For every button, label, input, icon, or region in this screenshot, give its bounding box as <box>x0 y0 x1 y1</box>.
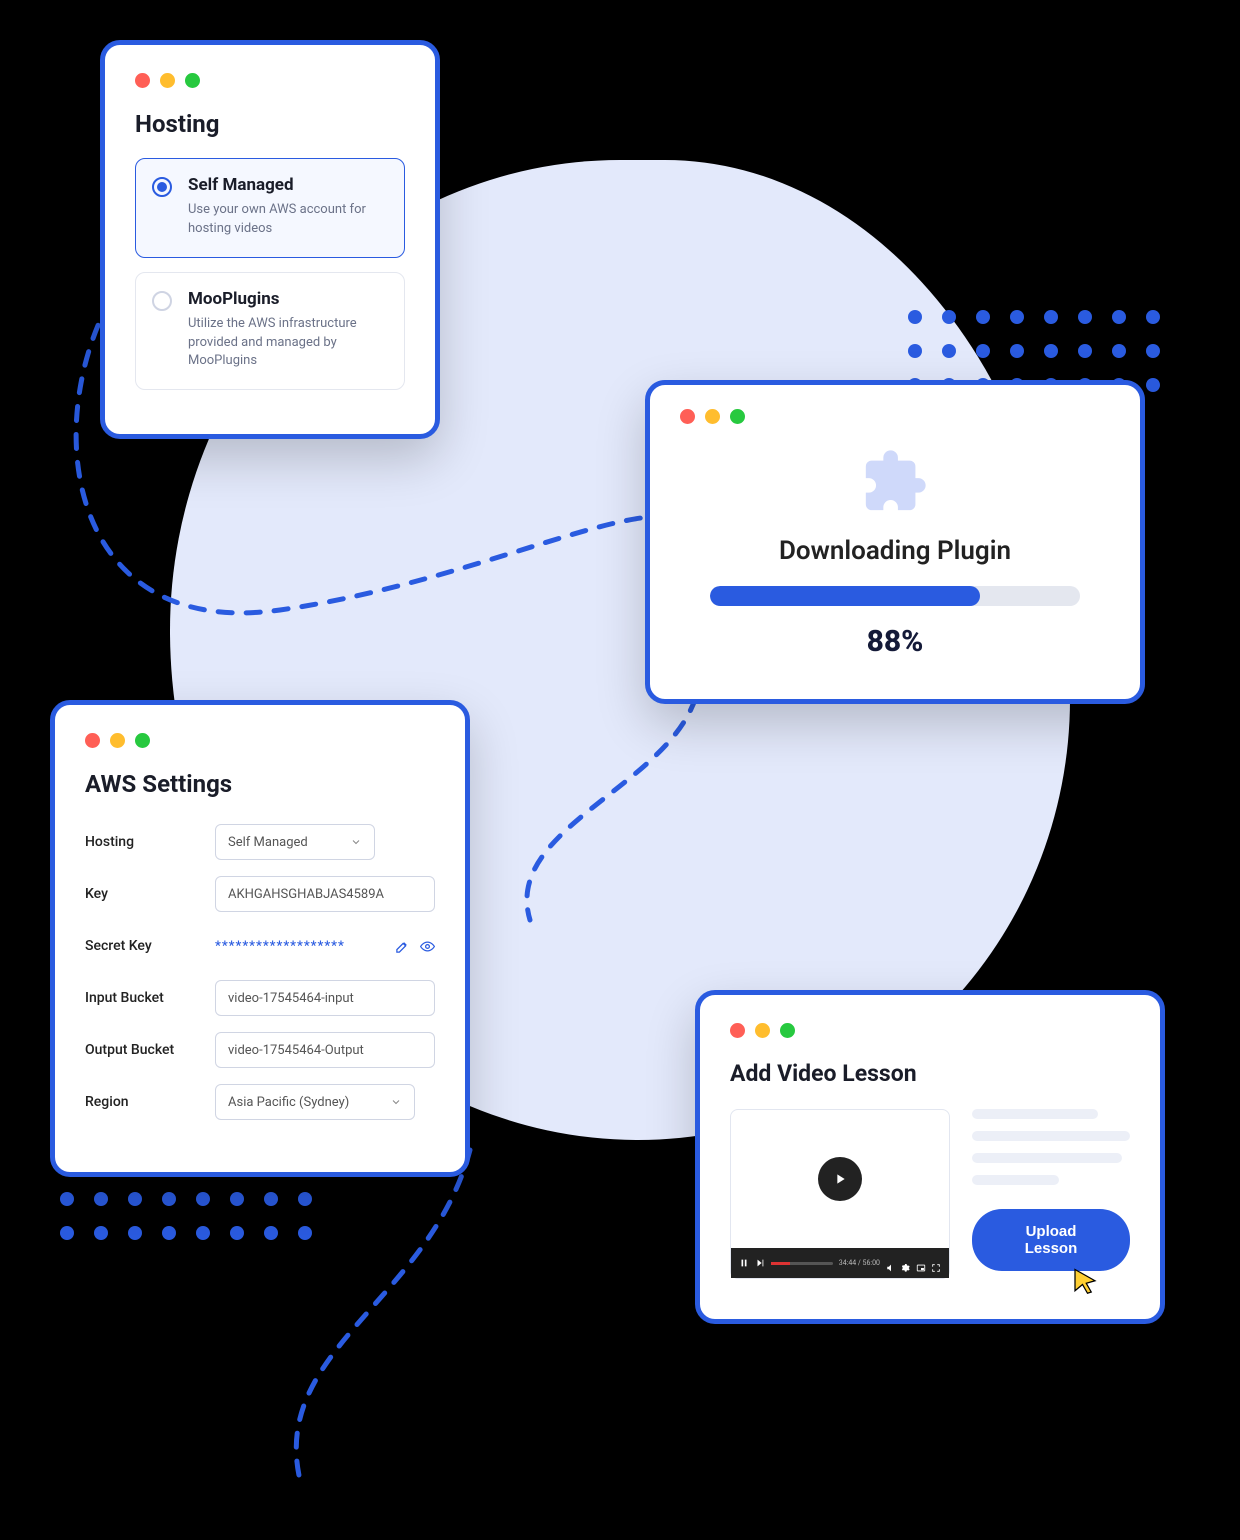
hosting-select-value: Self Managed <box>228 835 308 850</box>
hosting-option-mooplugins[interactable]: MooPlugins Utilize the AWS infrastructur… <box>135 272 405 391</box>
input-bucket-field[interactable]: video-17545464-input <box>215 980 435 1016</box>
hosting-select[interactable]: Self Managed <box>215 824 375 860</box>
hosting-title: Hosting <box>135 110 405 138</box>
window-traffic-lights <box>730 1023 1130 1038</box>
puzzle-icon <box>860 446 930 516</box>
player-time: 34:44 / 56:00 <box>839 1259 880 1267</box>
label-input-bucket: Input Bucket <box>85 990 215 1006</box>
eye-icon[interactable] <box>420 939 435 954</box>
radio-icon <box>152 291 172 311</box>
label-key: Key <box>85 886 215 902</box>
label-region: Region <box>85 1094 215 1110</box>
region-value: Asia Pacific (Sydney) <box>228 1095 349 1110</box>
option-title: MooPlugins <box>188 289 388 309</box>
pause-icon[interactable] <box>739 1258 749 1268</box>
label-secret: Secret Key <box>85 938 215 954</box>
window-traffic-lights <box>680 409 1110 424</box>
hosting-option-self-managed[interactable]: Self Managed Use your own AWS account fo… <box>135 158 405 258</box>
aws-settings-window: AWS Settings Hosting Self Managed Key AK… <box>50 700 470 1177</box>
placeholder-line <box>972 1153 1122 1163</box>
download-window: Downloading Plugin 88% <box>645 380 1145 704</box>
key-input[interactable]: AKHGAHSGHABJAS4589A <box>215 876 435 912</box>
option-title: Self Managed <box>188 175 388 195</box>
mini-player-icon[interactable] <box>916 1258 926 1268</box>
video-lesson-window: Add Video Lesson 34:44 / 56:00 <box>695 990 1165 1324</box>
placeholder-line <box>972 1109 1098 1119</box>
aws-title: AWS Settings <box>85 770 435 798</box>
radio-icon <box>152 177 172 197</box>
hosting-window: Hosting Self Managed Use your own AWS ac… <box>100 40 440 439</box>
region-select[interactable]: Asia Pacific (Sydney) <box>215 1084 415 1120</box>
volume-icon[interactable] <box>886 1258 896 1268</box>
edit-icon[interactable] <box>395 939 410 954</box>
chevron-down-icon <box>350 836 362 848</box>
progress-fill <box>710 586 980 606</box>
seek-bar[interactable] <box>771 1262 833 1265</box>
player-controls: 34:44 / 56:00 <box>731 1248 949 1278</box>
option-desc: Utilize the AWS infrastructure provided … <box>188 315 388 372</box>
download-title: Downloading Plugin <box>680 536 1110 566</box>
next-icon[interactable] <box>755 1258 765 1268</box>
placeholder-line <box>972 1175 1059 1185</box>
lesson-meta: Upload Lesson <box>972 1109 1130 1271</box>
input-bucket-value: video-17545464-input <box>228 991 354 1006</box>
label-output-bucket: Output Bucket <box>85 1042 215 1058</box>
window-traffic-lights <box>85 733 435 748</box>
output-bucket-value: video-17545464-Output <box>228 1043 364 1058</box>
upload-lesson-button[interactable]: Upload Lesson <box>972 1209 1130 1271</box>
cursor-icon <box>1070 1267 1100 1301</box>
play-icon[interactable] <box>818 1157 862 1201</box>
label-hosting: Hosting <box>85 834 215 850</box>
output-bucket-field[interactable]: video-17545464-Output <box>215 1032 435 1068</box>
video-title: Add Video Lesson <box>730 1060 1130 1087</box>
progress-percent: 88% <box>680 624 1110 659</box>
window-traffic-lights <box>135 73 405 88</box>
secret-value: ******************* <box>215 939 345 954</box>
progress-bar <box>710 586 1080 606</box>
option-desc: Use your own AWS account for hosting vid… <box>188 201 388 239</box>
video-player[interactable]: 34:44 / 56:00 <box>730 1109 950 1279</box>
key-value: AKHGAHSGHABJAS4589A <box>228 887 384 902</box>
placeholder-line <box>972 1131 1130 1141</box>
chevron-down-icon <box>390 1096 402 1108</box>
settings-gear-icon[interactable] <box>901 1258 911 1268</box>
fullscreen-icon[interactable] <box>931 1258 941 1268</box>
